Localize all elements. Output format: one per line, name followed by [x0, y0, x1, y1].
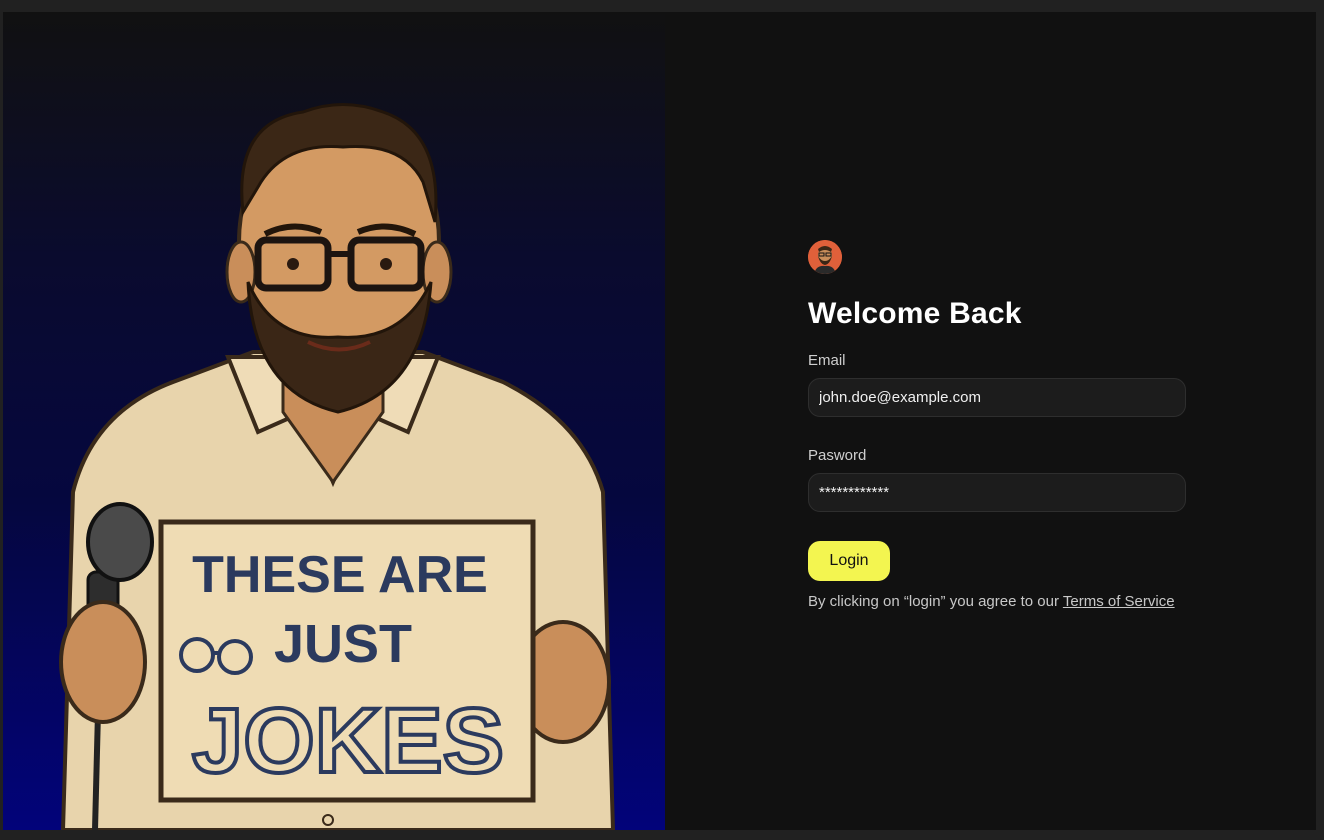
- sign-text-line3: JOKES: [192, 690, 504, 792]
- comedian-illustration: THESE ARE JUST JOKES: [59, 103, 616, 830]
- login-button[interactable]: Login: [808, 541, 890, 581]
- terms-of-service-link[interactable]: Terms of Service: [1063, 593, 1175, 610]
- app-window: THESE ARE JUST JOKES Welcome Back Email …: [3, 12, 1316, 830]
- email-field[interactable]: [808, 378, 1186, 417]
- hero-illustration: THESE ARE JUST JOKES: [3, 12, 665, 830]
- terms-prefix-text: By clicking on “login” you agree to our: [808, 593, 1063, 610]
- password-field[interactable]: [808, 473, 1186, 512]
- login-form: Welcome Back Email Pasword Login By clic…: [808, 240, 1188, 611]
- sign-text-line1: THESE ARE: [192, 546, 488, 604]
- user-avatar-icon: [808, 240, 842, 274]
- page-title: Welcome Back: [808, 297, 1022, 330]
- email-label: Email: [808, 352, 846, 369]
- password-label: Pasword: [808, 447, 867, 464]
- terms-notice: By clicking on “login” you agree to our …: [808, 593, 1188, 611]
- sign-text-line2: JUST: [274, 614, 412, 674]
